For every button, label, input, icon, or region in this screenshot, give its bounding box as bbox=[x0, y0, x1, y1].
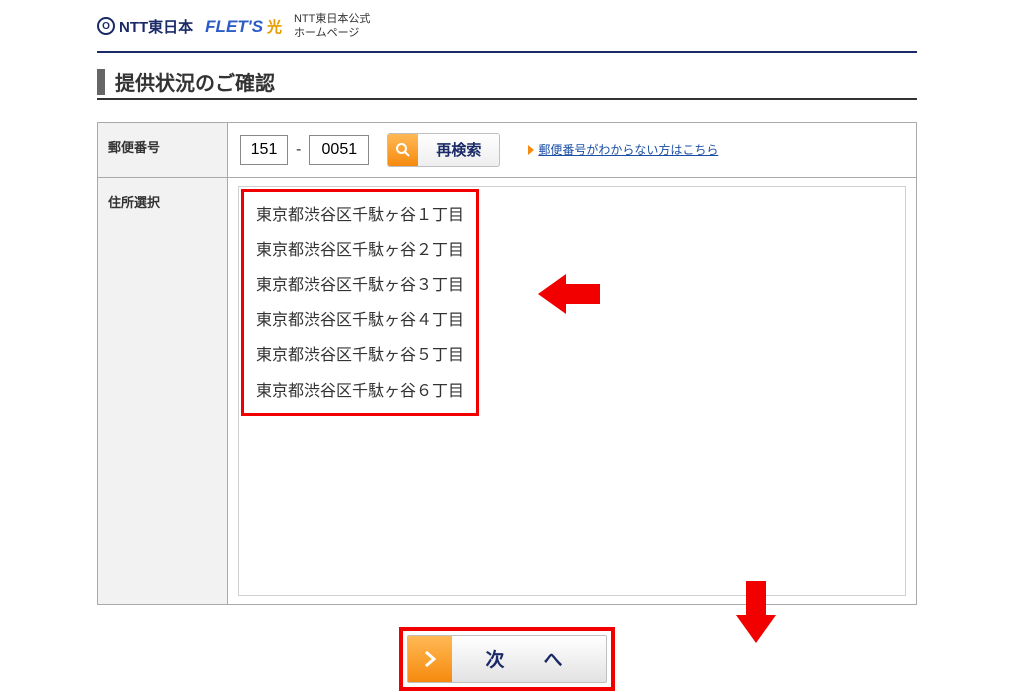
address-list-box[interactable]: 東京都渋谷区千駄ヶ谷１丁目 東京都渋谷区千駄ヶ谷２丁目 東京都渋谷区千駄ヶ谷３丁… bbox=[238, 186, 906, 596]
search-icon bbox=[388, 134, 418, 166]
header-divider bbox=[97, 51, 917, 53]
research-button[interactable]: 再検索 bbox=[387, 133, 500, 167]
brand-subtext: NTT東日本公式 ホームページ bbox=[294, 12, 370, 41]
address-item[interactable]: 東京都渋谷区千駄ヶ谷５丁目 bbox=[254, 338, 466, 373]
zip-part2-input[interactable] bbox=[309, 135, 369, 165]
address-item[interactable]: 東京都渋谷区千駄ヶ谷３丁目 bbox=[254, 268, 466, 303]
zip-label: 郵便番号 bbox=[98, 122, 228, 177]
ntt-logo: O NTT東日本 bbox=[97, 16, 193, 37]
page-title: 提供状況のご確認 bbox=[115, 67, 275, 98]
zip-help-link[interactable]: 郵便番号がわからない方はこちら bbox=[538, 141, 718, 158]
address-item[interactable]: 東京都渋谷区千駄ヶ谷４丁目 bbox=[254, 303, 466, 338]
flets-logo: FLET'S 光 bbox=[205, 16, 282, 37]
next-button-annotation-frame: 次 へ bbox=[399, 627, 615, 691]
triangle-bullet-icon bbox=[528, 145, 534, 155]
zip-dash: - bbox=[296, 141, 301, 159]
page-header: O NTT東日本 FLET'S 光 NTT東日本公式 ホームページ bbox=[97, 10, 917, 47]
page-title-bar: 提供状況のご確認 bbox=[97, 67, 917, 100]
red-arrow-annotation-icon bbox=[732, 581, 780, 646]
address-item[interactable]: 東京都渋谷区千駄ヶ谷６丁目 bbox=[254, 374, 466, 409]
red-arrow-annotation-icon bbox=[538, 270, 600, 321]
ntt-circle-icon: O bbox=[97, 17, 115, 35]
arrow-right-icon bbox=[408, 636, 452, 682]
research-button-label: 再検索 bbox=[418, 139, 499, 160]
form-table: 郵便番号 - 再検索 郵便番号がわからない方はこちら bbox=[97, 122, 917, 605]
address-item[interactable]: 東京都渋谷区千駄ヶ谷２丁目 bbox=[254, 233, 466, 268]
address-label: 住所選択 bbox=[98, 177, 228, 604]
hikari-icon: 光 bbox=[267, 19, 282, 36]
zip-part1-input[interactable] bbox=[240, 135, 288, 165]
title-accent bbox=[97, 69, 105, 95]
address-highlight-annotation: 東京都渋谷区千駄ヶ谷１丁目 東京都渋谷区千駄ヶ谷２丁目 東京都渋谷区千駄ヶ谷３丁… bbox=[241, 189, 479, 416]
next-button-label: 次 へ bbox=[452, 645, 606, 672]
ntt-logo-text: NTT東日本 bbox=[119, 16, 193, 37]
next-button[interactable]: 次 へ bbox=[407, 635, 607, 683]
address-item[interactable]: 東京都渋谷区千駄ヶ谷１丁目 bbox=[254, 198, 466, 233]
